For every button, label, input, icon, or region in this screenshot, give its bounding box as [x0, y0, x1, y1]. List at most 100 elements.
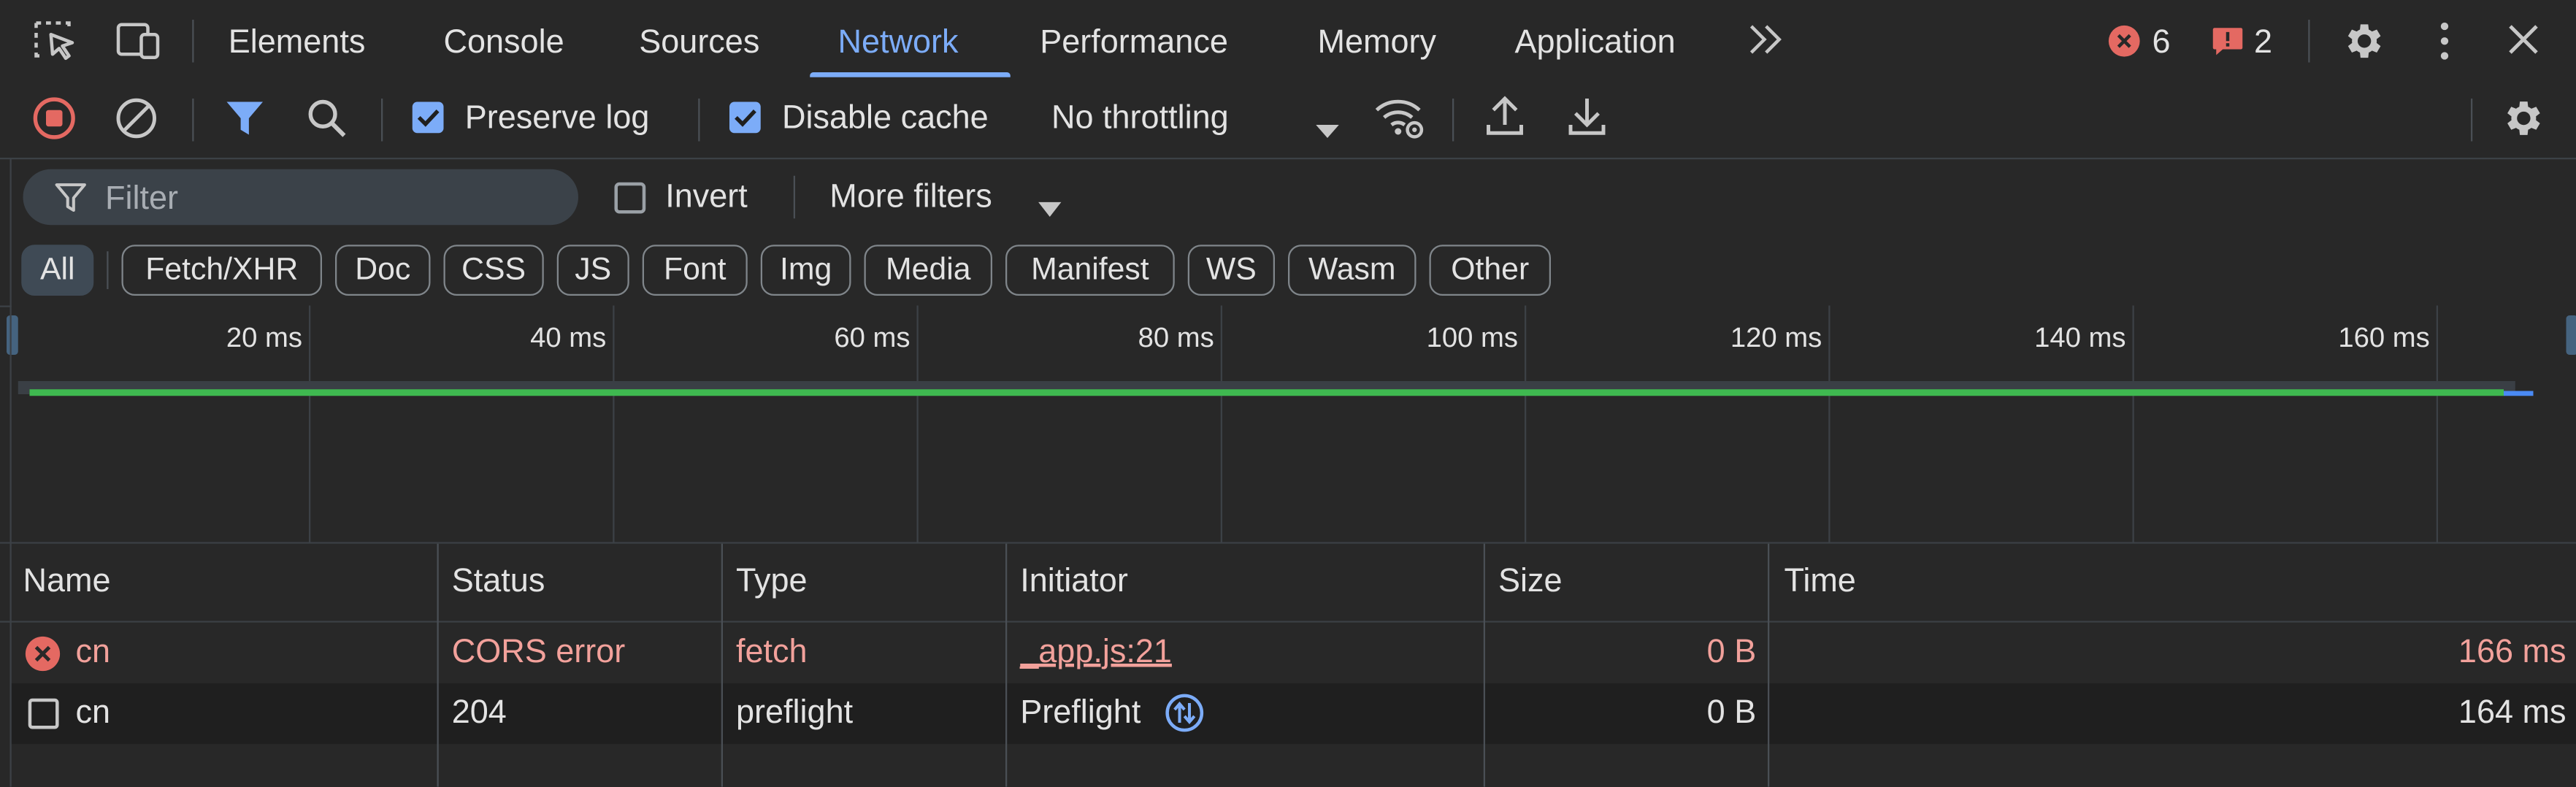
throttling-select[interactable]: No throttling — [1051, 79, 1229, 158]
error-count[interactable]: 6 — [2153, 0, 2171, 79]
type-filter-css[interactable]: CSS — [443, 245, 544, 296]
disable-cache-label[interactable]: Disable cache — [782, 79, 989, 158]
divider — [793, 175, 795, 219]
table-row[interactable]: cn CORS error fetch _app.js:21 0 B 166 m… — [11, 622, 2576, 683]
column-divider[interactable] — [437, 543, 439, 787]
chevron-down-icon[interactable] — [1316, 112, 1339, 138]
overview-gridline — [916, 305, 919, 542]
inspect-element-icon[interactable] — [33, 20, 79, 63]
column-divider[interactable] — [1005, 543, 1008, 787]
device-toolbar-icon[interactable] — [115, 21, 161, 61]
preflight-icon[interactable] — [1165, 694, 1204, 733]
search-icon[interactable] — [306, 97, 349, 140]
close-icon[interactable] — [2505, 21, 2542, 58]
stop-recording-icon[interactable] — [33, 97, 76, 140]
network-overview[interactable]: 20 ms 40 ms 60 ms 80 ms 100 ms 120 ms 14… — [7, 305, 2576, 542]
issue-count-icon[interactable] — [2212, 26, 2245, 56]
overview-tick-label: 100 ms — [1426, 322, 1518, 353]
column-header-status[interactable]: Status — [452, 544, 545, 621]
request-size: 0 B — [1706, 634, 1757, 671]
error-count-icon[interactable] — [2108, 25, 2141, 58]
overview-tick-label: 60 ms — [834, 322, 911, 353]
column-divider[interactable] — [721, 543, 723, 787]
column-header-initiator[interactable]: Initiator — [1020, 544, 1128, 621]
overview-gridline — [2132, 305, 2134, 542]
table-row[interactable]: cn 204 preflight Preflight 0 B 164 ms — [11, 683, 2576, 745]
type-filter-ws[interactable]: WS — [1187, 245, 1275, 296]
type-filter-font[interactable]: Font — [642, 245, 748, 296]
type-filter-manifest[interactable]: Manifest — [1005, 245, 1175, 296]
type-filter-media[interactable]: Media — [864, 245, 992, 296]
type-filter-fetch-xhr[interactable]: Fetch/XHR — [121, 245, 322, 296]
divider — [0, 158, 2576, 160]
tab-application[interactable]: Application — [1515, 0, 1676, 79]
request-name[interactable]: cn — [76, 623, 111, 683]
overview-tick-label: 160 ms — [2338, 322, 2430, 353]
tab-console[interactable]: Console — [444, 0, 564, 79]
request-status: 204 — [451, 694, 507, 732]
disable-cache-checkbox[interactable] — [729, 101, 761, 134]
column-header-time[interactable]: Time — [1785, 544, 1856, 621]
column-divider[interactable] — [1768, 543, 1770, 787]
request-time: 166 ms — [2458, 634, 2567, 671]
import-har-icon[interactable] — [1485, 96, 1525, 139]
type-filter-js[interactable]: JS — [556, 245, 629, 296]
request-name[interactable]: cn — [76, 683, 111, 744]
active-tab-indicator — [810, 72, 1011, 77]
tab-elements[interactable]: Elements — [229, 0, 366, 79]
overview-window-handle-right[interactable] — [2566, 315, 2576, 355]
divider — [1452, 99, 1454, 142]
invert-checkbox[interactable] — [614, 182, 646, 214]
more-tabs-icon[interactable] — [1747, 21, 1786, 58]
type-filter-doc[interactable]: Doc — [335, 245, 431, 296]
filter-toggle-icon[interactable] — [225, 100, 264, 137]
filter-input[interactable] — [101, 169, 569, 229]
issue-count[interactable]: 2 — [2254, 0, 2272, 79]
devtools-tab-bar: Elements Console Sources Network Perform… — [0, 0, 2576, 79]
type-filter-img[interactable]: Img — [760, 245, 851, 296]
tab-performance[interactable]: Performance — [1040, 0, 1228, 79]
request-initiator-link[interactable]: _app.js:21 — [1020, 623, 1172, 683]
column-header-name[interactable]: Name — [23, 544, 111, 621]
preserve-log-checkbox[interactable] — [412, 101, 444, 134]
overview-window-handle-left[interactable] — [7, 315, 18, 355]
overview-tick-label: 20 ms — [226, 322, 302, 353]
divider — [2308, 20, 2310, 63]
table-header-row — [0, 543, 2576, 621]
request-time: 164 ms — [2458, 694, 2567, 732]
type-filter-all[interactable]: All — [21, 245, 94, 296]
request-type: fetch — [736, 634, 808, 671]
network-settings-gear-icon[interactable] — [2499, 96, 2545, 142]
settings-gear-icon[interactable] — [2339, 18, 2385, 64]
overview-gridline — [1220, 305, 1222, 542]
overview-gridline — [613, 305, 615, 542]
request-size: 0 B — [1706, 694, 1757, 732]
overview-gridline — [309, 305, 311, 542]
divider — [192, 20, 194, 63]
tab-memory[interactable]: Memory — [1318, 0, 1437, 79]
overview-gridline — [1828, 305, 1831, 542]
overview-request-bar — [29, 389, 2504, 396]
export-har-icon[interactable] — [1568, 96, 1607, 139]
column-divider[interactable] — [1483, 543, 1485, 787]
type-filter-other[interactable]: Other — [1429, 245, 1551, 296]
preserve-log-label[interactable]: Preserve log — [465, 79, 650, 158]
divider — [381, 99, 383, 142]
invert-label[interactable]: Invert — [665, 158, 748, 237]
column-header-type[interactable]: Type — [736, 544, 808, 621]
type-filter-wasm[interactable]: Wasm — [1288, 245, 1417, 296]
tab-sources[interactable]: Sources — [639, 0, 759, 79]
column-header-size[interactable]: Size — [1498, 544, 1563, 621]
more-filters-dropdown[interactable]: More filters — [829, 158, 992, 237]
request-status: CORS error — [451, 634, 626, 671]
network-conditions-icon[interactable] — [1373, 96, 1426, 142]
more-options-icon[interactable] — [2429, 20, 2461, 63]
clear-icon[interactable] — [115, 97, 158, 140]
filter-icon — [54, 183, 87, 214]
more-filters-chevron-icon[interactable] — [1038, 191, 1062, 217]
overview-tick-label: 40 ms — [530, 322, 607, 353]
network-toolbar: Preserve log Disable cache No throttling — [0, 79, 2576, 158]
filter-box[interactable] — [23, 169, 578, 229]
overview-gridline — [1525, 305, 1527, 542]
tab-network[interactable]: Network — [838, 0, 959, 79]
